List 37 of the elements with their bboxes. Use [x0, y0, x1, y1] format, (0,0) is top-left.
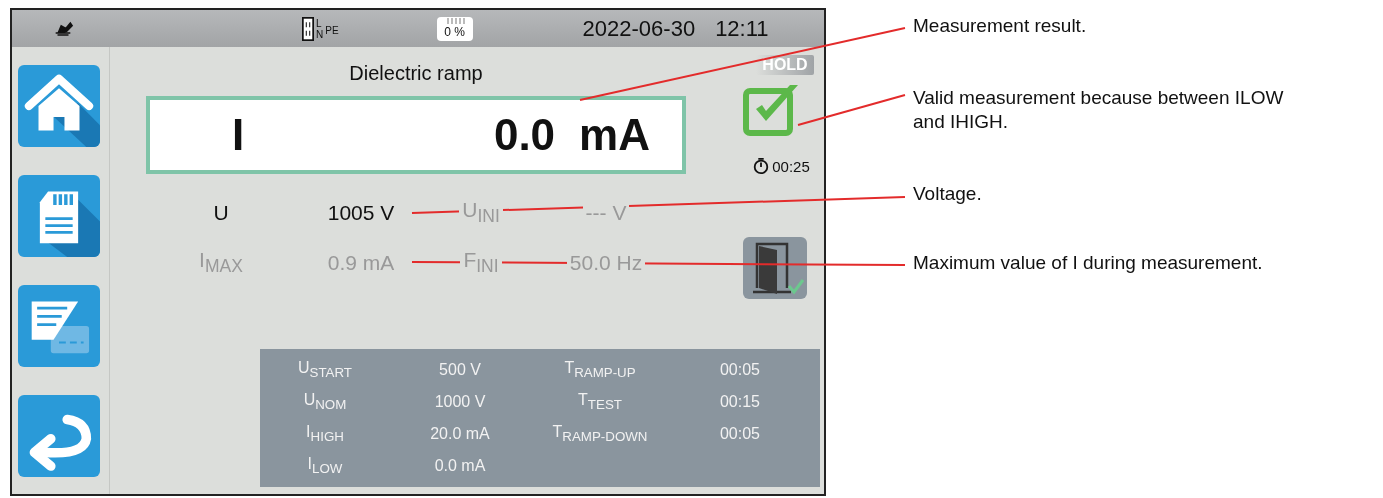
parameter-value: 500 V [438, 361, 482, 379]
back-button[interactable] [18, 395, 100, 477]
callout-text: Maximum value of I during measurement. [913, 251, 1263, 275]
parameter-value: 00:05 [718, 425, 761, 443]
date-text: 2022-06-30 [582, 15, 696, 42]
parameter-value: 1000 V [433, 393, 487, 411]
line-label: L [316, 17, 323, 29]
report-button[interactable] [18, 285, 100, 367]
home-button[interactable] [18, 65, 100, 147]
parameter-value: 00:05 [718, 361, 761, 379]
hold-badge: HOLD [756, 55, 814, 75]
timer-text: 00:25 [772, 157, 810, 175]
neutral-label: N [316, 28, 324, 40]
parameter-label: I$_{LOW}$ [306, 455, 344, 477]
test-title: Dielectric ramp [348, 62, 484, 86]
socket-icon [302, 15, 314, 42]
parameter-value: 00:15 [718, 393, 761, 411]
parameter-label: T$_{RAMP-DOWN}$ [551, 423, 649, 445]
parameter-label: U$_{NOM}$ [302, 391, 348, 413]
result-value: 0.0 [493, 110, 556, 160]
exit-button[interactable] [743, 237, 807, 299]
callout-text: Valid measurement because between ILOW and IHIGH. [913, 86, 1285, 134]
parameter-label: T$_{TEST}$ [577, 391, 623, 413]
callout-text: Measurement result. [913, 14, 1087, 38]
parameter-label: I$_{HIGH}$ [305, 423, 345, 445]
parameter-value: 0.0 mA [433, 457, 487, 475]
memory-button[interactable] [18, 175, 100, 257]
parameter-value: 20.0 mA [429, 425, 491, 443]
stopwatch-icon [752, 157, 771, 175]
storage-indicator: 0 % [436, 16, 473, 41]
quantity-symbol: I [232, 110, 245, 160]
time-text: 12:11 [715, 15, 769, 42]
result-unit: mA [579, 110, 650, 160]
parameter-label: U$_{START}$ [297, 359, 353, 381]
earth-label: PE [325, 25, 339, 36]
callout-text: Voltage. [913, 182, 982, 206]
parameter-label: T$_{RAMP-UP}$ [563, 359, 637, 381]
